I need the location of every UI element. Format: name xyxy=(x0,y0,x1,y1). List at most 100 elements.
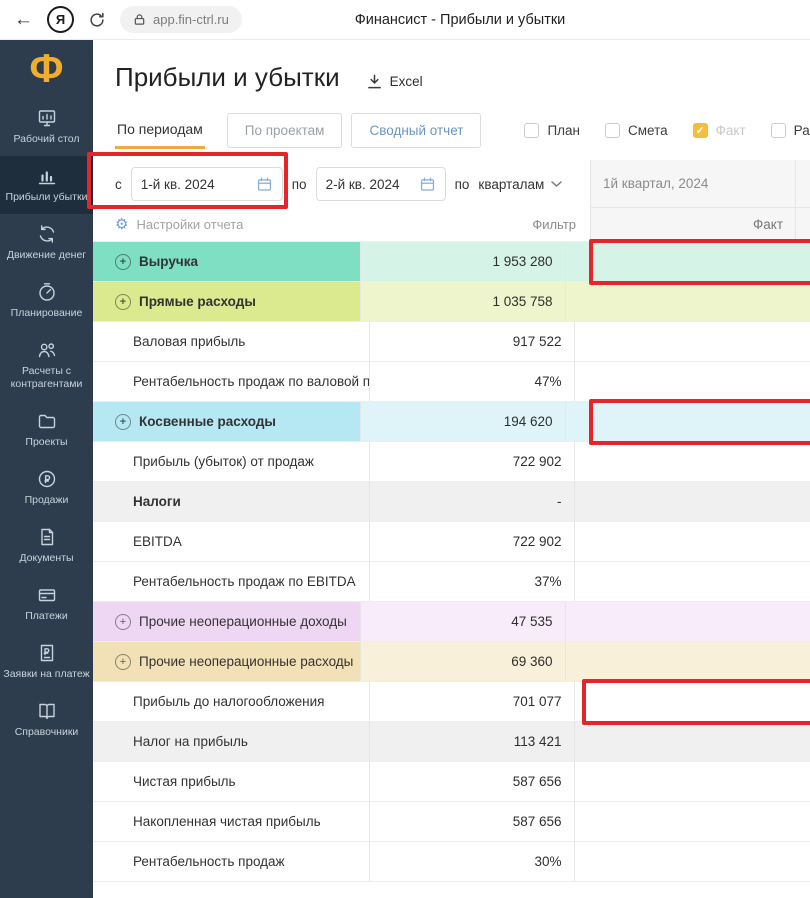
dataset-checkboxes: План Смета Факт Распред xyxy=(524,122,810,138)
checkbox-estimate-box[interactable] xyxy=(605,122,620,138)
cell-value: 47% xyxy=(368,362,575,401)
expand-icon[interactable] xyxy=(115,253,131,270)
from-period-picker[interactable]: 1-й кв. 2024 xyxy=(130,167,283,201)
chart-icon xyxy=(36,165,58,187)
cell-value: 113 421 xyxy=(368,722,575,761)
documents-icon xyxy=(36,526,58,548)
cell-value: 701 077 xyxy=(368,682,575,721)
chevron-down-icon xyxy=(551,180,563,187)
back-icon[interactable]: ← xyxy=(14,9,33,31)
planning-icon xyxy=(36,281,58,303)
report-tabs: По периодам По проектам Сводный отчет Пл… xyxy=(115,110,810,150)
cell-value: 194 620 xyxy=(359,402,566,441)
table-row-pretax-profit: Прибыль до налогообложения 701 077 xyxy=(93,682,810,722)
lock-icon xyxy=(134,14,145,25)
group-label: по xyxy=(454,176,470,192)
table-row-direct-costs: Прямые расходы 1 035 758 xyxy=(93,282,810,322)
tab-by-periods[interactable]: По периодам xyxy=(115,111,205,149)
cell-value: - xyxy=(368,482,575,521)
table-row-other-income: Прочие неоперационные доходы 47 535 xyxy=(93,602,810,642)
cell-value: 722 902 xyxy=(368,442,575,481)
export-excel-button[interactable]: Excel xyxy=(366,73,423,90)
table-row-accumulated-net-profit: Накопленная чистая прибыль 587 656 xyxy=(93,802,810,842)
projects-icon xyxy=(36,410,58,432)
table-row-indirect-costs: Косвенные расходы 194 620 xyxy=(93,402,810,442)
checkbox-fact-box[interactable] xyxy=(692,122,708,138)
browser-toolbar: ← Я app.fin-ctrl.ru Финансист - Прибыли … xyxy=(0,0,810,40)
app-window: ← Я app.fin-ctrl.ru Финансист - Прибыли … xyxy=(0,0,810,898)
expand-icon[interactable] xyxy=(115,413,131,430)
cell-value: 69 360 xyxy=(359,642,566,681)
contractors-icon xyxy=(36,339,58,361)
table-row-sales-margin: Рентабельность продаж 30% xyxy=(93,842,810,882)
cell-value: 587 656 xyxy=(368,802,575,841)
filter-link[interactable]: Фильтр xyxy=(532,217,576,232)
table-row-other-expenses: Прочие неоперационные расходы 69 360 xyxy=(93,642,810,682)
to-period-picker[interactable]: 2-й кв. 2024 xyxy=(315,167,446,201)
period-column-header: 1й квартал, 2024 xyxy=(590,160,810,208)
checkbox-estimate[interactable]: Смета xyxy=(605,122,668,138)
app-logo[interactable]: Ф xyxy=(0,40,93,98)
checkbox-distribution-box[interactable] xyxy=(770,122,786,138)
cell-value: 30% xyxy=(368,842,575,881)
table-row-operating-profit: Прибыль (убыток) от продаж 722 902 xyxy=(93,442,810,482)
table-row-net-profit: Чистая прибыль 587 656 xyxy=(93,762,810,802)
sidebar-item-projects[interactable]: Проекты xyxy=(0,401,93,459)
cell-value: 37% xyxy=(368,562,575,601)
cell-value: 1 953 280 xyxy=(359,242,566,281)
report-settings-link[interactable]: Настройки отчета xyxy=(136,217,243,232)
from-label: с xyxy=(115,176,122,192)
address-bar[interactable]: app.fin-ctrl.ru xyxy=(120,6,242,33)
expand-icon[interactable] xyxy=(115,653,131,670)
download-icon xyxy=(367,74,381,88)
checkbox-distribution[interactable]: Распред xyxy=(770,122,810,138)
sidebar-item-documents[interactable]: Документы xyxy=(0,517,93,575)
sidebar-item-payments[interactable]: Платежи xyxy=(0,575,93,633)
table-row-gross-margin: Рентабельность продаж по валовой прибыли… xyxy=(93,362,810,402)
yandex-browser-icon[interactable]: Я xyxy=(47,6,74,33)
sidebar-item-cash-flow[interactable]: Движение денег xyxy=(0,214,93,272)
sales-icon xyxy=(36,468,58,490)
to-label: по xyxy=(291,176,307,192)
sidebar-item-planning[interactable]: Планирование xyxy=(0,272,93,330)
checkbox-plan-box[interactable] xyxy=(524,122,540,138)
gear-icon: ⚙ xyxy=(115,216,129,233)
sidebar-item-profit-loss[interactable]: Прибыли убытки xyxy=(0,156,93,214)
table-row-gross-profit: Валовая прибыль 917 522 xyxy=(93,322,810,362)
fact-column-header: Факт xyxy=(590,208,810,242)
report-settings-row: ⚙ Настройки отчета Фильтр Факт xyxy=(93,208,810,242)
sidebar-item-payment-requests[interactable]: Заявки на платеж xyxy=(0,633,93,691)
calendar-icon xyxy=(257,176,271,191)
url-text: app.fin-ctrl.ru xyxy=(153,12,229,27)
calendar-icon xyxy=(420,176,434,191)
sidebar-item-directories[interactable]: Справочники xyxy=(0,691,93,749)
period-grouping-select[interactable]: кварталам xyxy=(478,177,563,192)
cell-value: 47 535 xyxy=(359,602,566,641)
tab-by-projects[interactable]: По проектам xyxy=(226,112,343,148)
page-header: Прибыли и убытки Excel xyxy=(93,40,810,94)
table-row-taxes: Налоги - xyxy=(93,482,810,522)
cell-value: 917 522 xyxy=(368,322,575,361)
expand-icon[interactable] xyxy=(115,613,131,630)
tab-summary-report[interactable]: Сводный отчет xyxy=(351,112,482,148)
sidebar-item-sales[interactable]: Продажи xyxy=(0,459,93,517)
expand-icon[interactable] xyxy=(115,293,131,310)
table-row-income-tax: Налог на прибыль 113 421 xyxy=(93,722,810,762)
sidebar: Ф Рабочий стол Прибыли убытки Движение д… xyxy=(0,40,93,898)
cell-value: 587 656 xyxy=(368,762,575,801)
browser-page-title: Финансист - Прибыли и убытки xyxy=(354,11,566,28)
checkbox-fact[interactable]: Факт xyxy=(692,122,746,138)
sidebar-item-contractors[interactable]: Расчеты с контрагентами xyxy=(0,330,93,401)
cell-value: 722 902 xyxy=(368,522,575,561)
desktop-icon xyxy=(36,107,58,129)
period-filter-row: с 1-й кв. 2024 по 2-й кв. 2024 по кварта… xyxy=(93,160,810,208)
table-row-revenue: Выручка 1 953 280 xyxy=(93,242,810,282)
payments-icon xyxy=(36,584,58,606)
page-title: Прибыли и убытки xyxy=(115,62,340,92)
main-content: Прибыли и убытки Excel По периодам По пр… xyxy=(93,40,810,898)
refresh-icon[interactable] xyxy=(88,11,106,29)
checkbox-plan[interactable]: План xyxy=(524,122,580,138)
sidebar-item-dashboard[interactable]: Рабочий стол xyxy=(0,98,93,156)
cell-value: 1 035 758 xyxy=(359,282,566,321)
table-row-ebitda-margin: Рентабельность продаж по EBITDA 37% xyxy=(93,562,810,602)
